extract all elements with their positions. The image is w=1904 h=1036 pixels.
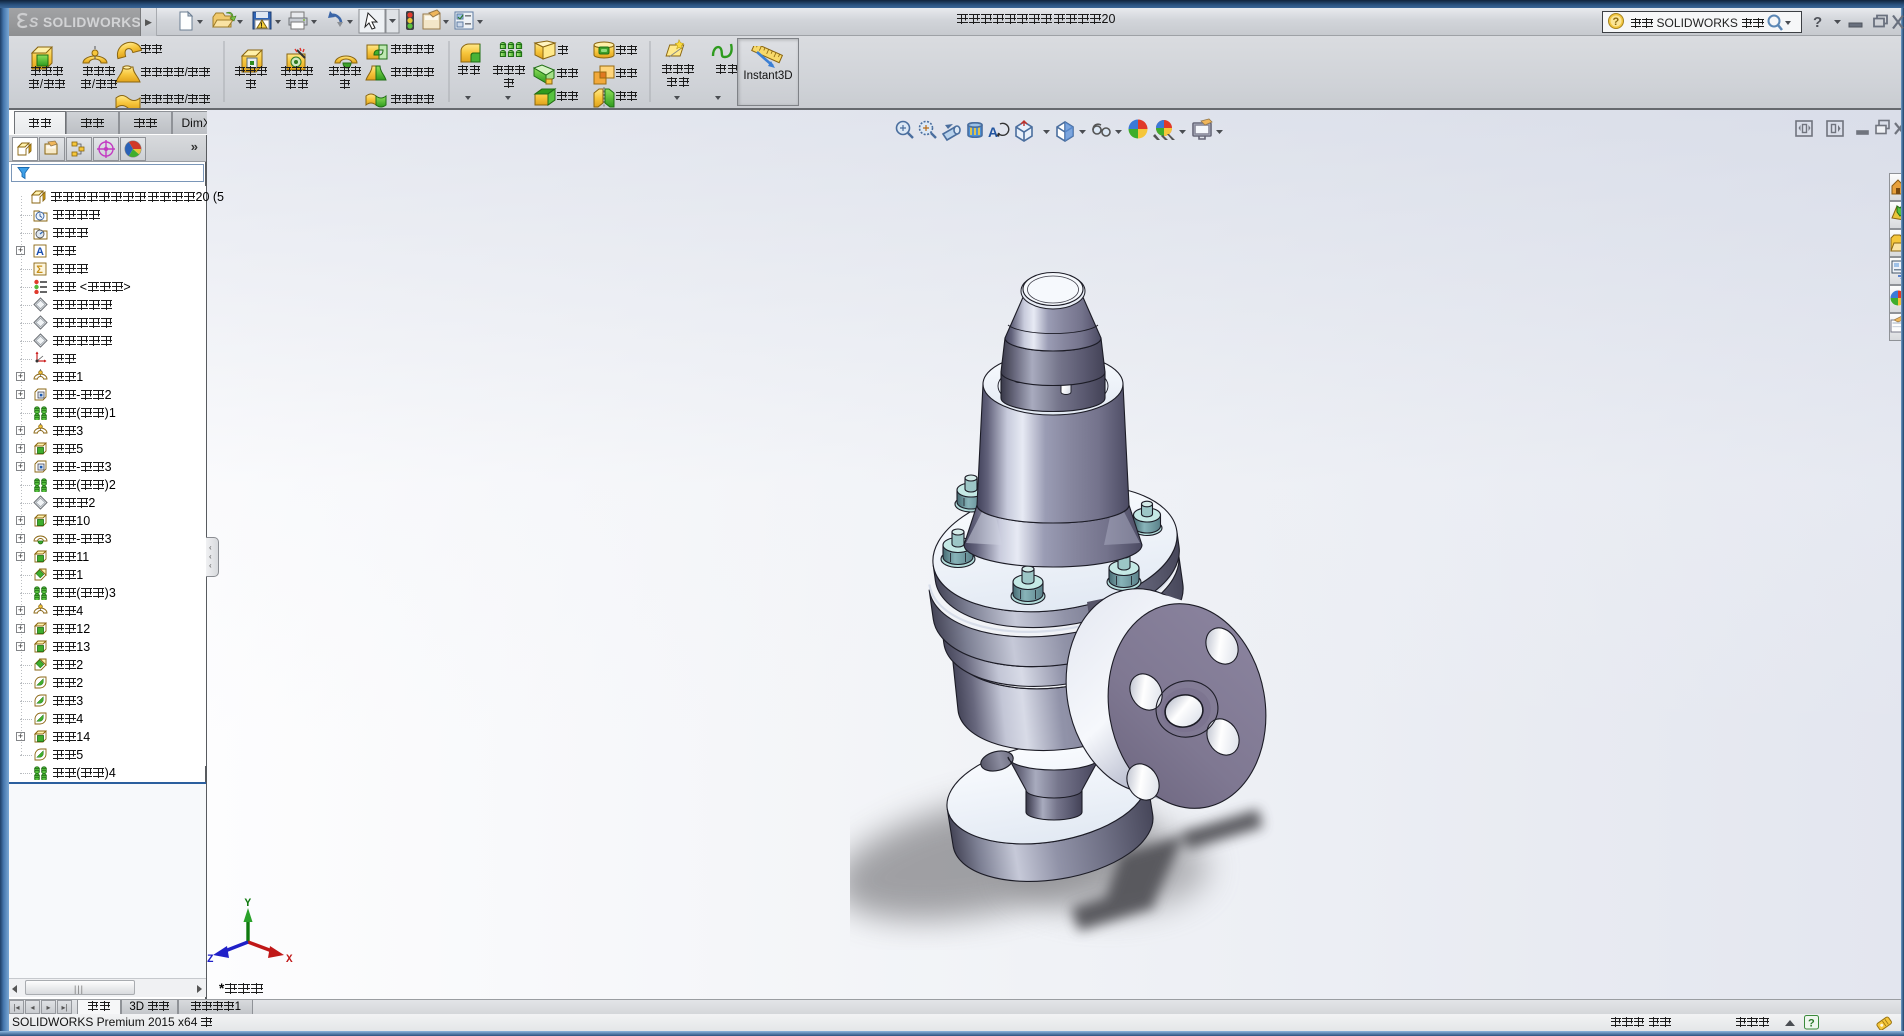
svg-text:X: X	[286, 954, 293, 966]
svg-text:Z: Z	[207, 954, 214, 966]
svg-text:?: ?	[1813, 14, 1822, 31]
svg-text:?: ?	[1613, 16, 1620, 28]
svg-text:!: !	[260, 23, 262, 30]
svg-text:A: A	[988, 124, 998, 140]
svg-text:?: ?	[1808, 1018, 1815, 1030]
svg-text:SOLIDWORKS: SOLIDWORKS	[43, 15, 140, 30]
svg-text:S: S	[29, 14, 39, 30]
svg-text:Y: Y	[245, 898, 252, 910]
